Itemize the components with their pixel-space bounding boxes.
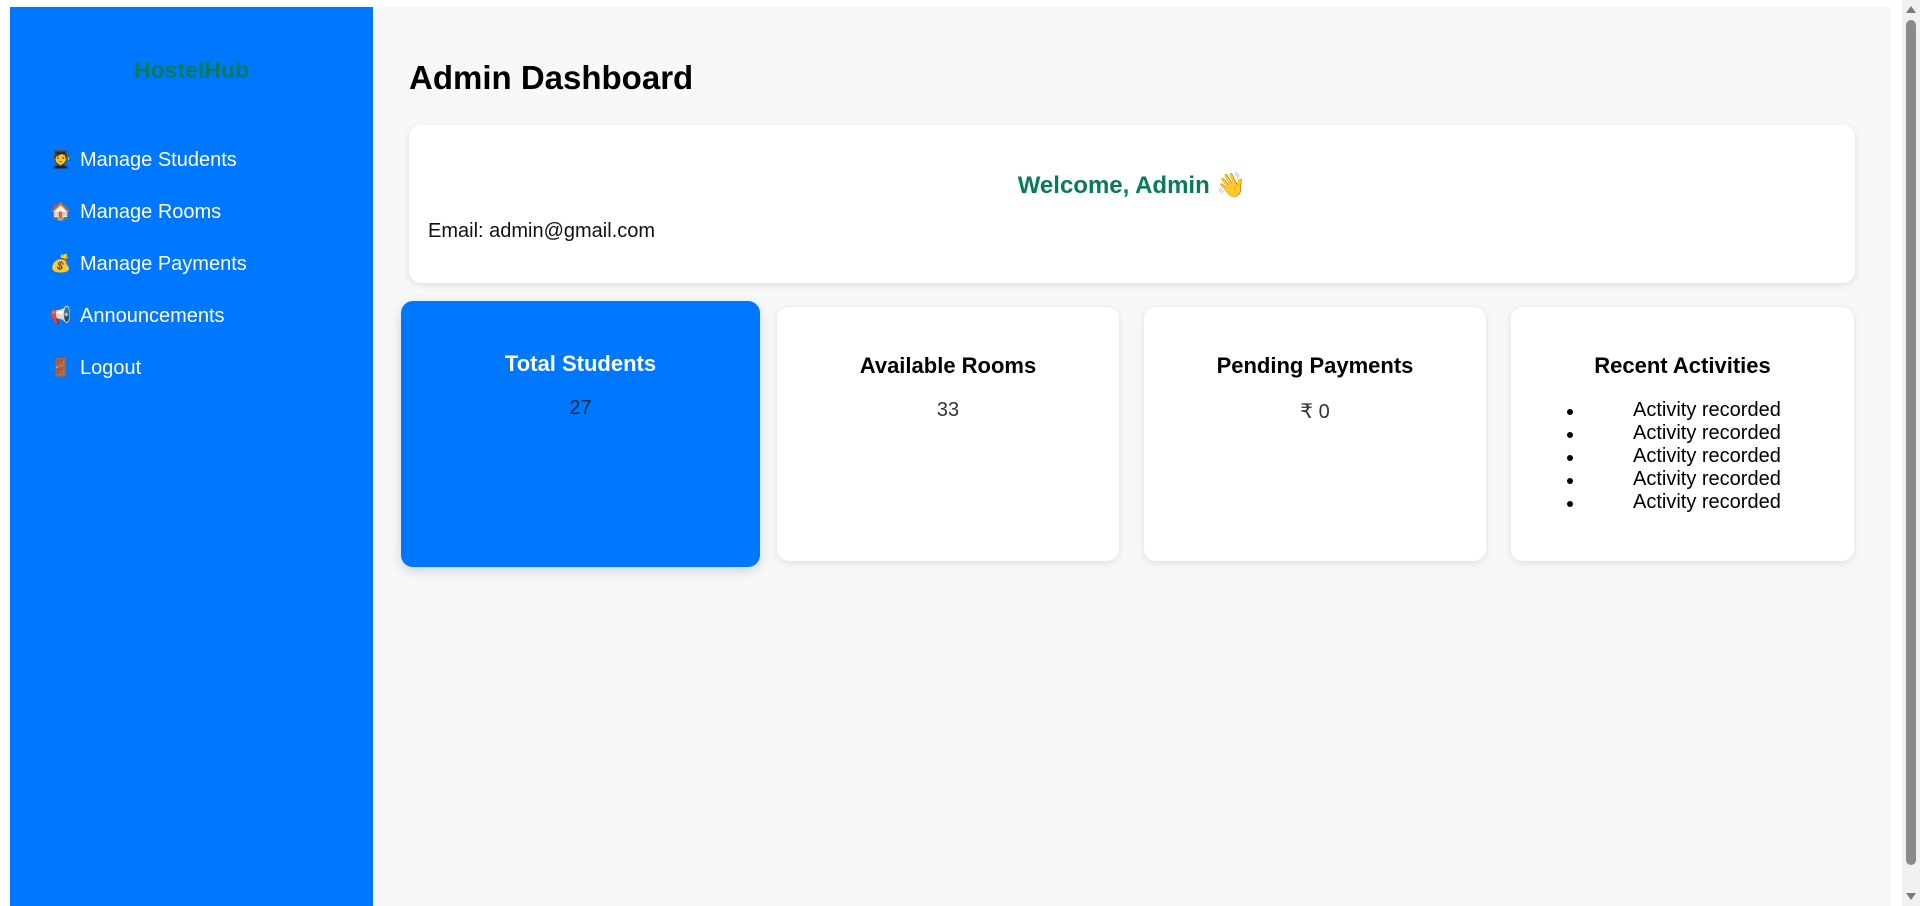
megaphone-icon: 📢 [50,306,72,325]
sidebar-item-logout[interactable]: 🚪 Logout [50,342,373,394]
total-students-value: 27 [569,397,592,419]
list-item: Activity recorded [1511,468,1854,491]
list-item: Activity recorded [1511,399,1854,422]
sidebar-item-manage-students[interactable]: 🧑‍🎓 Manage Students [50,134,373,186]
card-title: Available Rooms [859,353,1037,378]
card-title: Recent Activities [1594,353,1771,378]
welcome-card: Welcome, Admin 👋 Email: admin@gmail.com [409,125,1855,283]
available-rooms-card[interactable]: Available Rooms 33 [777,307,1119,561]
sidebar-item-label: Manage Students [80,148,237,171]
brand-logo[interactable]: HostelHub [10,57,373,84]
sidebar-item-label: Logout [80,356,142,379]
admin-email: Email: admin@gmail.com [428,220,656,242]
list-item: Activity recorded [1511,422,1854,445]
sidebar: HostelHub 🧑‍🎓 Manage Students 🏠 Manage R… [10,7,373,906]
list-item: Activity recorded [1511,445,1854,468]
sidebar-item-label: Announcements [80,304,225,327]
stats-row: Total Students 27 Available Rooms 33 Pen… [401,301,1855,571]
sidebar-item-label: Manage Payments [80,252,247,275]
card-title: Pending Payments [1216,353,1414,378]
main-content: Admin Dashboard Welcome, Admin 👋 Email: … [373,7,1891,906]
app-page: HostelHub 🧑‍🎓 Manage Students 🏠 Manage R… [10,7,1891,906]
welcome-heading: Welcome, Admin 👋 [1017,172,1247,199]
house-icon: 🏠 [50,202,72,221]
sidebar-item-label: Manage Rooms [80,200,222,223]
sidebar-nav: 🧑‍🎓 Manage Students 🏠 Manage Rooms 💰 Man… [10,134,373,394]
activity-list: Activity recorded Activity recorded Acti… [1511,399,1854,514]
door-icon: 🚪 [50,358,72,377]
student-icon: 🧑‍🎓 [50,150,72,169]
recent-activities-card[interactable]: Recent Activities Activity recorded Acti… [1511,307,1854,561]
sidebar-item-manage-rooms[interactable]: 🏠 Manage Rooms [50,186,373,238]
card-title: Total Students [504,351,657,376]
available-rooms-value: 33 [936,399,960,421]
scroll-down-arrow-icon[interactable] [1906,893,1916,900]
list-item: Activity recorded [1511,491,1854,514]
page-title: Admin Dashboard [409,59,694,96]
vertical-scrollbar[interactable] [1902,0,1920,906]
scroll-up-arrow-icon[interactable] [1906,6,1916,13]
pending-payments-card[interactable]: Pending Payments ₹ 0 [1144,307,1486,561]
total-students-card[interactable]: Total Students 27 [401,301,760,567]
sidebar-item-manage-payments[interactable]: 💰 Manage Payments [50,238,373,290]
scroll-thumb[interactable] [1906,20,1916,865]
pending-payments-value: ₹ 0 [1300,401,1330,423]
money-bag-icon: 💰 [50,254,72,273]
sidebar-item-announcements[interactable]: 📢 Announcements [50,290,373,342]
